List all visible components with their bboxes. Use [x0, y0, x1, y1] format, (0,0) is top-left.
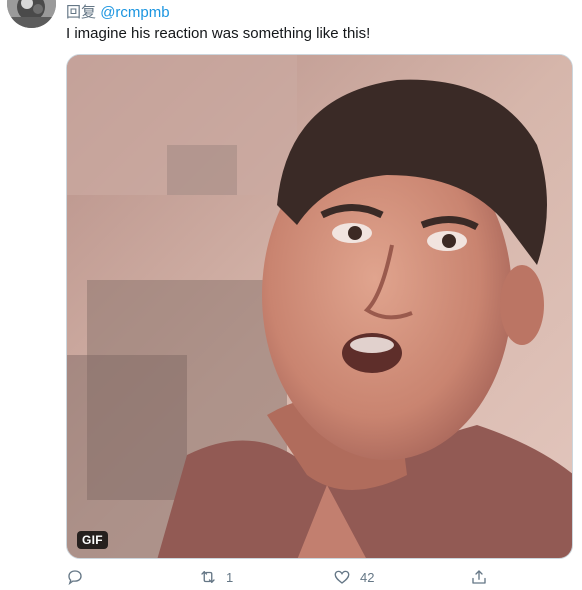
tweet-text: I imagine his reaction was something lik…	[66, 25, 371, 42]
reply-button[interactable]	[66, 566, 84, 588]
share-button[interactable]	[470, 566, 488, 588]
retweet-icon	[199, 568, 217, 586]
gif-badge: GIF	[77, 531, 108, 549]
comment-icon	[66, 568, 84, 586]
retweet-count: 1	[226, 569, 234, 585]
heart-icon	[333, 568, 351, 586]
gif-media[interactable]: GIF	[66, 54, 573, 559]
retweet-button[interactable]: 1	[199, 566, 233, 588]
share-icon	[470, 568, 488, 586]
tweet-actions: 1 42	[0, 566, 582, 588]
gif-frame-image	[67, 55, 572, 558]
reply-handle-link[interactable]: @rcmpmb	[100, 4, 169, 21]
reply-prefix: 回复	[66, 4, 97, 21]
like-count: 42	[360, 569, 375, 585]
reply-context: 回复 @rcmpmb	[66, 4, 170, 22]
like-button[interactable]: 42	[333, 566, 374, 588]
avatar[interactable]	[7, 0, 56, 28]
